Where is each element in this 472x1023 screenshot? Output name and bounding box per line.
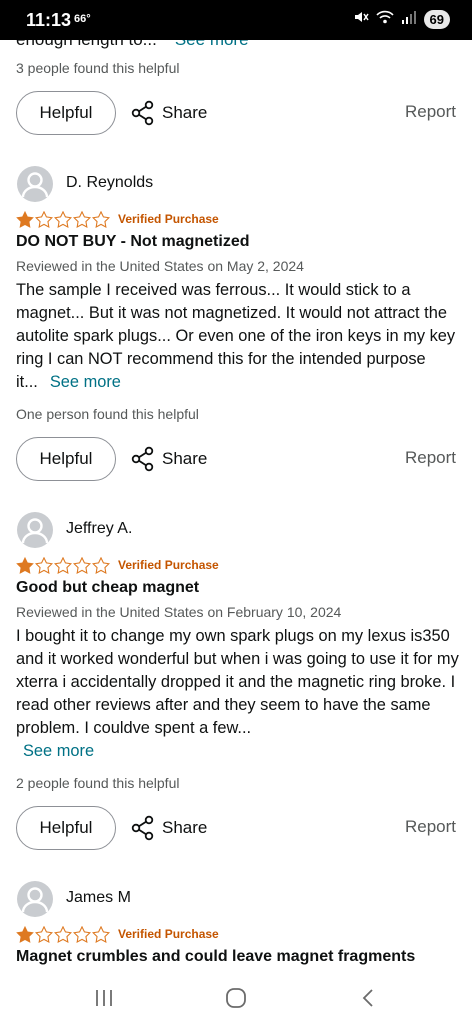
avatar: [17, 166, 53, 202]
review-date: Reviewed in the United States on May 2, …: [16, 258, 304, 274]
share-button[interactable]: Share: [130, 97, 207, 129]
see-more-link[interactable]: See more: [175, 40, 249, 49]
share-label: Share: [162, 103, 208, 122]
review-card: Jeffrey A. Verified Purchase Good but ch…: [0, 512, 472, 852]
star-empty-icon: [73, 925, 91, 943]
mute-icon: [353, 9, 369, 30]
review-date: Reviewed in the United States on Februar…: [16, 604, 342, 620]
helpful-button[interactable]: Helpful: [16, 91, 116, 135]
home-icon: [226, 988, 246, 1008]
star-empty-icon: [92, 925, 110, 943]
review-actions: Helpful Share Report: [0, 806, 472, 850]
reviewer-name: James M: [66, 889, 131, 906]
temperature: 66°: [74, 13, 91, 25]
helpful-count: One person found this helpful: [16, 406, 199, 422]
signal-icon: [401, 9, 417, 30]
review-body: The sample I received was ferrous... It …: [16, 281, 456, 391]
report-link[interactable]: Report: [405, 102, 456, 122]
recent-apps-icon: [96, 990, 112, 1006]
recent-apps-button[interactable]: [89, 985, 119, 1011]
star-empty-icon: [54, 210, 72, 228]
helpful-count: 3 people found this helpful: [16, 60, 180, 76]
star-empty-icon: [35, 210, 53, 228]
wifi-icon: [375, 9, 394, 30]
avatar: [17, 881, 53, 917]
star-empty-icon: [35, 556, 53, 574]
share-button[interactable]: Share: [130, 443, 207, 475]
review-card: James M Verified Purchase Magnet crumble…: [0, 881, 472, 975]
review-body: I bought it to change my own spark plugs…: [16, 627, 459, 760]
see-more-link[interactable]: See more: [16, 742, 94, 760]
star-rating: Verified Purchase: [16, 925, 219, 943]
star-empty-icon: [35, 925, 53, 943]
stars: [16, 556, 110, 574]
verified-purchase-badge: Verified Purchase: [118, 927, 219, 941]
report-link[interactable]: Report: [405, 448, 456, 468]
clock: 11:13: [26, 10, 72, 30]
home-button[interactable]: [221, 985, 251, 1011]
review-title[interactable]: Magnet crumbles and could leave magnet f…: [16, 948, 415, 966]
star-rating: Verified Purchase: [16, 210, 219, 228]
review-title[interactable]: Good but cheap magnet: [16, 579, 199, 597]
back-icon: [362, 989, 373, 1007]
star-empty-icon: [92, 210, 110, 228]
reviewer-name: D. Reynolds: [66, 174, 154, 191]
star-filled-icon: [16, 556, 34, 574]
helpful-button[interactable]: Helpful: [16, 437, 116, 481]
share-label: Share: [162, 449, 208, 468]
battery-icon: 69: [423, 10, 450, 29]
verified-purchase-badge: Verified Purchase: [118, 212, 219, 226]
share-label: Share: [162, 818, 208, 837]
star-rating: Verified Purchase: [16, 556, 219, 574]
star-empty-icon: [92, 556, 110, 574]
report-link[interactable]: Report: [405, 817, 456, 837]
review-title[interactable]: DO NOT BUY - Not magnetized: [16, 233, 250, 251]
share-icon: [131, 446, 154, 472]
reviewer-name: Jeffrey A.: [66, 520, 133, 537]
status-bar: 11:13 66° 69: [0, 0, 472, 40]
helpful-button[interactable]: Helpful: [16, 806, 116, 850]
reviews-list[interactable]: enough length to...See more 3 people fou…: [0, 40, 472, 975]
review-actions: Helpful Share Report: [0, 437, 472, 481]
review-actions: Helpful Share Report: [0, 91, 472, 135]
star-empty-icon: [54, 556, 72, 574]
previous-review-body: enough length to...See more: [16, 40, 249, 50]
star-filled-icon: [16, 210, 34, 228]
star-empty-icon: [54, 925, 72, 943]
system-nav-bar: [0, 975, 472, 1023]
avatar: [17, 512, 53, 548]
verified-purchase-badge: Verified Purchase: [118, 558, 219, 572]
share-icon: [131, 815, 154, 841]
status-icons: 69: [353, 9, 450, 30]
share-button[interactable]: Share: [130, 812, 207, 844]
back-button[interactable]: [353, 985, 383, 1011]
star-filled-icon: [16, 925, 34, 943]
see-more-link[interactable]: See more: [38, 373, 121, 391]
star-empty-icon: [73, 556, 91, 574]
helpful-count: 2 people found this helpful: [16, 775, 180, 791]
review-card: D. Reynolds Verified Purchase DO NOT BUY…: [0, 166, 472, 486]
share-icon: [131, 100, 154, 126]
stars: [16, 925, 110, 943]
star-empty-icon: [73, 210, 91, 228]
stars: [16, 210, 110, 228]
